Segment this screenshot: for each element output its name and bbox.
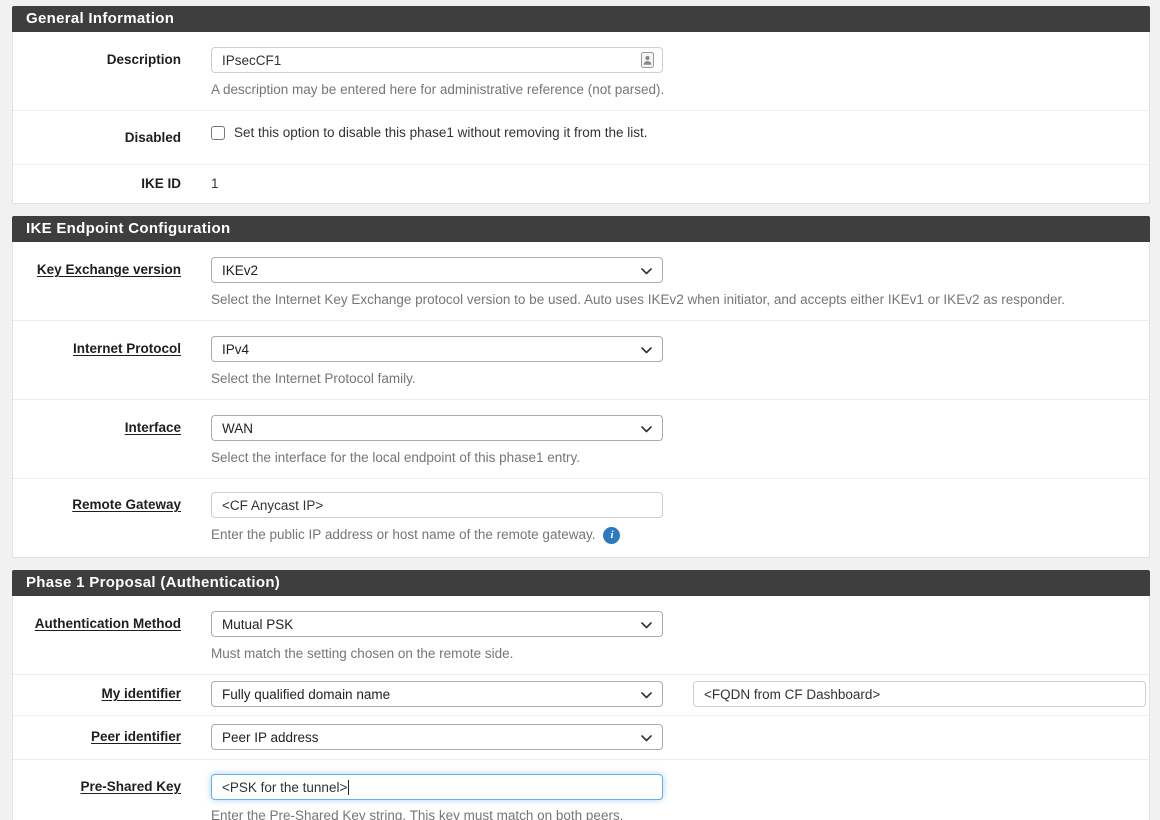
internet-protocol-select[interactable]: IPv4 — [211, 336, 663, 362]
panel-ike-endpoint-configuration: IKE Endpoint Configuration Key Exchange … — [12, 216, 1150, 558]
peer-identifier-select[interactable]: Peer IP address — [211, 724, 663, 750]
preshared-key-label: Pre-Shared Key — [13, 774, 181, 800]
preshared-key-input[interactable]: <PSK for the tunnel> — [211, 774, 663, 800]
info-icon[interactable]: i — [603, 527, 620, 544]
chevron-down-icon — [641, 263, 652, 278]
row-internet-protocol: Internet Protocol IPv4 Select the Intern… — [13, 320, 1149, 399]
selected-option: Peer IP address — [222, 730, 319, 745]
panel-title: Phase 1 Proposal (Authentication) — [12, 570, 1150, 596]
description-label: Description — [13, 47, 181, 73]
disabled-label: Disabled — [13, 125, 181, 151]
remote-gateway-helper: Enter the public IP address or host name… — [211, 525, 595, 545]
selected-option: IPv4 — [222, 342, 249, 357]
key-exchange-version-label: Key Exchange version — [13, 257, 181, 283]
ike-id-label: IKE ID — [13, 176, 181, 192]
panel-phase1-proposal-authentication: Phase 1 Proposal (Authentication) Authen… — [12, 570, 1150, 820]
row-disabled: Disabled Set this option to disable this… — [13, 110, 1149, 164]
selected-option: IKEv2 — [222, 263, 258, 278]
key-exchange-version-helper: Select the Internet Key Exchange protoco… — [211, 290, 1144, 310]
remote-gateway-label: Remote Gateway — [13, 492, 181, 518]
text-caret — [348, 780, 349, 795]
contact-autofill-icon[interactable] — [641, 52, 654, 73]
row-preshared-key: Pre-Shared Key <PSK for the tunnel> Ente… — [13, 759, 1149, 820]
internet-protocol-helper: Select the Internet Protocol family. — [211, 369, 1144, 389]
disabled-checkbox-label: Set this option to disable this phase1 w… — [234, 125, 647, 140]
interface-helper: Select the interface for the local endpo… — [211, 448, 1144, 468]
selected-option: Fully qualified domain name — [222, 687, 390, 702]
chevron-down-icon — [641, 342, 652, 357]
authentication-method-label: Authentication Method — [13, 611, 181, 637]
interface-label: Interface — [13, 415, 181, 441]
key-exchange-version-select[interactable]: IKEv2 — [211, 257, 663, 283]
interface-select[interactable]: WAN — [211, 415, 663, 441]
ike-id-value: 1 — [211, 176, 1144, 192]
disabled-checkbox[interactable] — [211, 126, 225, 140]
remote-gateway-input[interactable] — [211, 492, 663, 518]
row-authentication-method: Authentication Method Mutual PSK Must ma… — [13, 596, 1149, 674]
chevron-down-icon — [641, 687, 652, 702]
internet-protocol-label: Internet Protocol — [13, 336, 181, 362]
panel-general-information: General Information Description — [12, 6, 1150, 204]
preshared-key-helper-1: Enter the Pre-Shared Key string. This ke… — [211, 806, 1144, 820]
ipsec-phase1-settings-page: General Information Description — [0, 0, 1160, 820]
row-key-exchange-version: Key Exchange version IKEv2 Select the In… — [13, 242, 1149, 320]
row-peer-identifier: Peer identifier Peer IP address — [13, 715, 1149, 759]
my-identifier-select[interactable]: Fully qualified domain name — [211, 681, 663, 707]
row-interface: Interface WAN Select the interface for t… — [13, 399, 1149, 478]
row-ike-id: IKE ID 1 — [13, 164, 1149, 203]
selected-option: WAN — [222, 421, 253, 436]
selected-option: Mutual PSK — [222, 617, 293, 632]
chevron-down-icon — [641, 730, 652, 745]
peer-identifier-label: Peer identifier — [13, 724, 181, 750]
row-remote-gateway: Remote Gateway Enter the public IP addre… — [13, 478, 1149, 557]
my-identifier-value-input[interactable] — [693, 681, 1146, 707]
chevron-down-icon — [641, 421, 652, 436]
row-my-identifier: My identifier Fully qualified domain nam… — [13, 674, 1149, 715]
authentication-method-helper: Must match the setting chosen on the rem… — [211, 644, 1144, 664]
panel-title: IKE Endpoint Configuration — [12, 216, 1150, 242]
row-description: Description A description may be entere — [13, 32, 1149, 110]
chevron-down-icon — [641, 617, 652, 632]
description-helper: A description may be entered here for ad… — [211, 80, 1144, 100]
my-identifier-label: My identifier — [13, 681, 181, 707]
description-input[interactable] — [211, 47, 663, 73]
authentication-method-select[interactable]: Mutual PSK — [211, 611, 663, 637]
preshared-key-value: <PSK for the tunnel> — [222, 780, 347, 795]
panel-title: General Information — [12, 6, 1150, 32]
